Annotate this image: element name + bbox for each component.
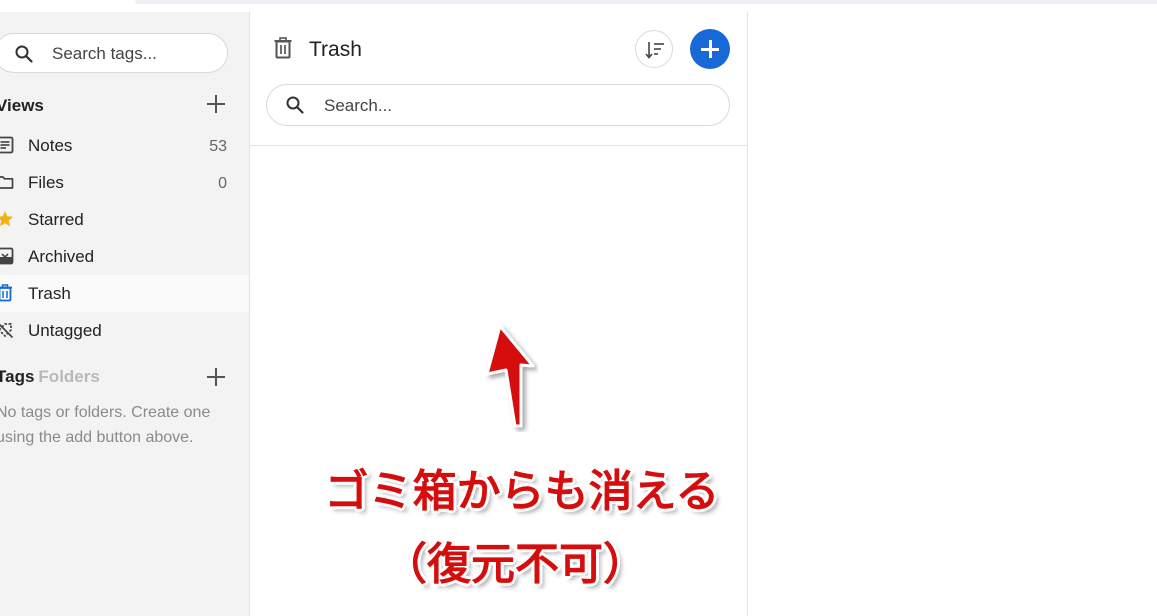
sidebar-item-label: Files (28, 173, 64, 192)
sidebar-item-count: 0 (218, 175, 227, 192)
new-note-button[interactable] (690, 29, 730, 69)
sidebar-item-label: Notes (28, 136, 73, 155)
sidebar-item-label: Untagged (28, 321, 102, 340)
divider (250, 145, 747, 146)
notes-icon (0, 136, 14, 154)
views-heading: Views (0, 96, 44, 115)
folder-icon (0, 176, 14, 189)
top-bar (0, 0, 1157, 12)
trash-icon (0, 284, 12, 302)
trash-icon (274, 37, 292, 59)
sidebar-item-label: Archived (28, 247, 95, 266)
untagged-icon (0, 323, 14, 339)
sidebar-item-trash[interactable]: Trash (0, 275, 249, 312)
annotation-subtext: （復元不可） (383, 540, 647, 589)
folders-tab[interactable]: Folders (38, 367, 99, 386)
annotation-arrow (485, 324, 535, 428)
search-icon (15, 45, 33, 63)
notes-search-box[interactable] (266, 84, 730, 126)
annotation-text: ゴミ箱からも消える (324, 467, 720, 516)
notes-search-input[interactable] (322, 95, 716, 117)
page-title: Trash (309, 38, 362, 61)
archive-icon (0, 247, 14, 265)
sidebar-item-label: Trash (28, 284, 71, 303)
sidebar-item-starred[interactable]: Starred (0, 201, 249, 238)
sidebar-item-count: 53 (209, 138, 227, 155)
sidebar-item-untagged[interactable]: Untagged (0, 312, 249, 349)
search-icon (286, 96, 304, 114)
notes-list-panel: Trash (250, 12, 748, 616)
sort-icon (645, 42, 664, 59)
sidebar-item-files[interactable]: Files 0 (0, 164, 249, 201)
tag-search-box[interactable] (0, 33, 228, 73)
tags-tab[interactable]: Tags (0, 367, 34, 386)
empty-tags-message: No tags or folders. Create one using the… (0, 404, 211, 446)
add-tag-button[interactable] (205, 366, 227, 388)
tag-search-input[interactable] (50, 43, 214, 65)
sidebar-item-label: Starred (28, 210, 84, 229)
sidebar-item-notes[interactable]: Notes 53 (0, 127, 249, 164)
top-bar-edge (135, 0, 1157, 4)
tags-folders-heading: TagsFolders (0, 367, 100, 387)
sidebar-item-archived[interactable]: Archived (0, 238, 249, 275)
star-icon (0, 211, 13, 227)
sort-button[interactable] (635, 30, 673, 68)
add-view-button[interactable] (205, 93, 227, 115)
sidebar: Views Notes 53 Files 0 Starred Ar (0, 12, 250, 616)
